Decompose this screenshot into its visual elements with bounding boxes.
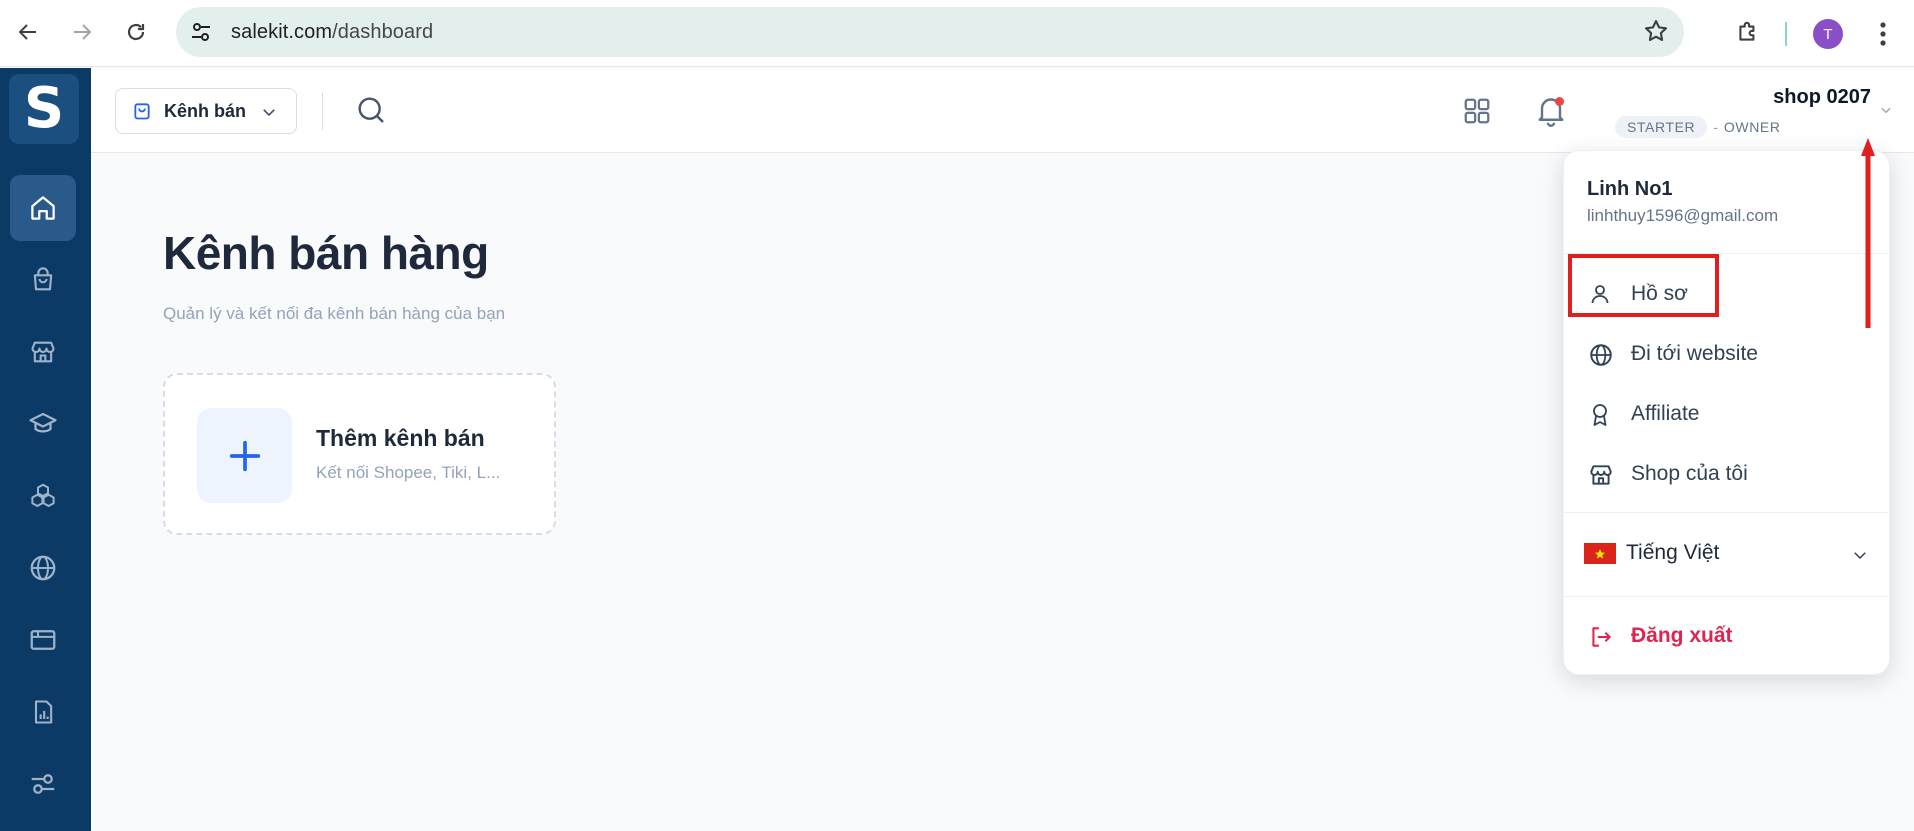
site-settings-icon[interactable]	[188, 19, 214, 45]
toolbar-divider	[1785, 22, 1787, 46]
logout-button[interactable]: Đăng xuất	[1564, 609, 1891, 663]
add-channel-title: Thêm kênh bán	[316, 425, 485, 451]
annotation-highlight-box	[1568, 254, 1719, 317]
logout-icon	[1592, 627, 1611, 647]
chevron-down-icon	[263, 109, 275, 117]
store-icon	[1590, 465, 1612, 485]
menu-item-label: Shop của tôi	[1631, 462, 1748, 485]
shopping-bag-icon	[134, 103, 150, 120]
settings-sliders-icon	[31, 774, 55, 794]
sidebar-item-home[interactable]	[10, 175, 76, 241]
add-channel-description: Kết nối Shopee, Tiki, L...	[316, 463, 501, 482]
plus-icon	[229, 440, 260, 471]
home-icon	[31, 196, 55, 220]
app-logo[interactable]: S	[9, 74, 79, 144]
sidebar-item-orders[interactable]	[10, 247, 76, 313]
award-icon	[1593, 404, 1607, 426]
sales-channel-selector[interactable]: Kênh bán	[115, 88, 297, 134]
role-label: OWNER	[1723, 119, 1781, 135]
language-selector[interactable]: Tiếng Việt	[1564, 525, 1891, 583]
account-user-name: Linh No1	[1587, 178, 1673, 200]
menu-item-label: Affiliate	[1631, 402, 1700, 425]
plan-badge: STARTER	[1615, 116, 1708, 138]
add-channel-icon-box	[197, 408, 292, 503]
header-divider	[322, 92, 323, 130]
page-subtitle: Quản lý và kết nối đa kênh bán hàng của …	[163, 304, 506, 323]
profile-avatar-button[interactable]: T	[1813, 19, 1843, 49]
notifications-button[interactable]	[1533, 92, 1569, 128]
sidebar-item-settings[interactable]	[10, 751, 76, 817]
sidebar-item-pages[interactable]	[10, 607, 76, 673]
more-vertical-icon	[1880, 22, 1886, 46]
sidebar-item-store[interactable]	[10, 319, 76, 385]
cubes-icon	[31, 483, 55, 507]
menu-item-affiliate[interactable]: Affiliate	[1564, 387, 1891, 441]
shop-meta: STARTER - OWNER	[1615, 115, 1781, 139]
meta-separator: -	[1713, 119, 1718, 135]
reload-button[interactable]	[118, 14, 154, 50]
menu-item-go-to-website[interactable]: Đi tới website	[1564, 327, 1891, 381]
back-button[interactable]	[10, 14, 46, 50]
sidebar-item-products[interactable]	[10, 463, 76, 529]
notification-dot	[1555, 97, 1564, 106]
bookmark-star-icon[interactable]	[1642, 17, 1670, 45]
graduation-cap-icon	[29, 412, 57, 433]
account-dropdown-menu: Linh No1 linhthuy1596@gmail.com Hồ sơ Đi…	[1563, 150, 1891, 675]
globe-icon	[1590, 344, 1612, 366]
sidebar-item-website[interactable]	[10, 535, 76, 601]
report-chart-icon	[34, 700, 53, 724]
browser-window-icon	[30, 630, 56, 650]
add-sales-channel-card[interactable]: Thêm kênh bán Kết nối Shopee, Tiki, L...	[163, 373, 556, 535]
browser-menu-button[interactable]	[1868, 18, 1898, 50]
arrow-left-icon	[18, 24, 36, 40]
shop-name[interactable]: shop 0207	[1671, 86, 1871, 109]
forward-button[interactable]	[64, 14, 100, 50]
app-header: Kênh bán shop 0207 STARTER - OWNER	[91, 68, 1914, 153]
grid-icon	[1464, 98, 1490, 124]
vietnam-flag-icon	[1584, 543, 1616, 564]
browser-toolbar: salekit.com/dashboard T	[0, 0, 1914, 67]
address-bar[interactable]: salekit.com/dashboard	[176, 7, 1684, 57]
language-label: Tiếng Việt	[1626, 541, 1720, 564]
menu-item-label: Đi tới website	[1631, 342, 1758, 365]
store-icon	[31, 341, 55, 363]
search-button[interactable]	[355, 94, 387, 131]
sidebar-item-reports[interactable]	[10, 679, 76, 745]
chevron-down-icon[interactable]	[1879, 103, 1893, 117]
annotation-arrow-up-icon	[1861, 138, 1875, 328]
globe-icon	[30, 555, 56, 581]
account-email: linhthuy1596@gmail.com	[1587, 206, 1779, 225]
bell-icon	[1538, 98, 1564, 127]
chevron-down-icon	[1854, 552, 1866, 560]
sales-channel-label: Kênh bán	[164, 100, 247, 121]
menu-item-my-shop[interactable]: Shop của tôi	[1564, 447, 1891, 501]
menu-divider	[1564, 512, 1891, 513]
reload-icon	[127, 23, 145, 41]
extensions-button[interactable]	[1730, 14, 1766, 50]
puzzle-icon	[1739, 21, 1755, 41]
search-icon	[358, 97, 384, 123]
sidebar-item-academy[interactable]	[10, 391, 76, 457]
sidebar: S	[0, 68, 91, 831]
menu-divider	[1564, 596, 1891, 597]
page-title: Kênh bán hàng	[163, 227, 489, 279]
shopping-bag-icon	[33, 267, 53, 291]
apps-button[interactable]	[1462, 96, 1492, 131]
arrow-right-icon	[74, 24, 92, 40]
logout-label: Đăng xuất	[1631, 624, 1733, 647]
url-text: salekit.com/dashboard	[231, 21, 434, 43]
